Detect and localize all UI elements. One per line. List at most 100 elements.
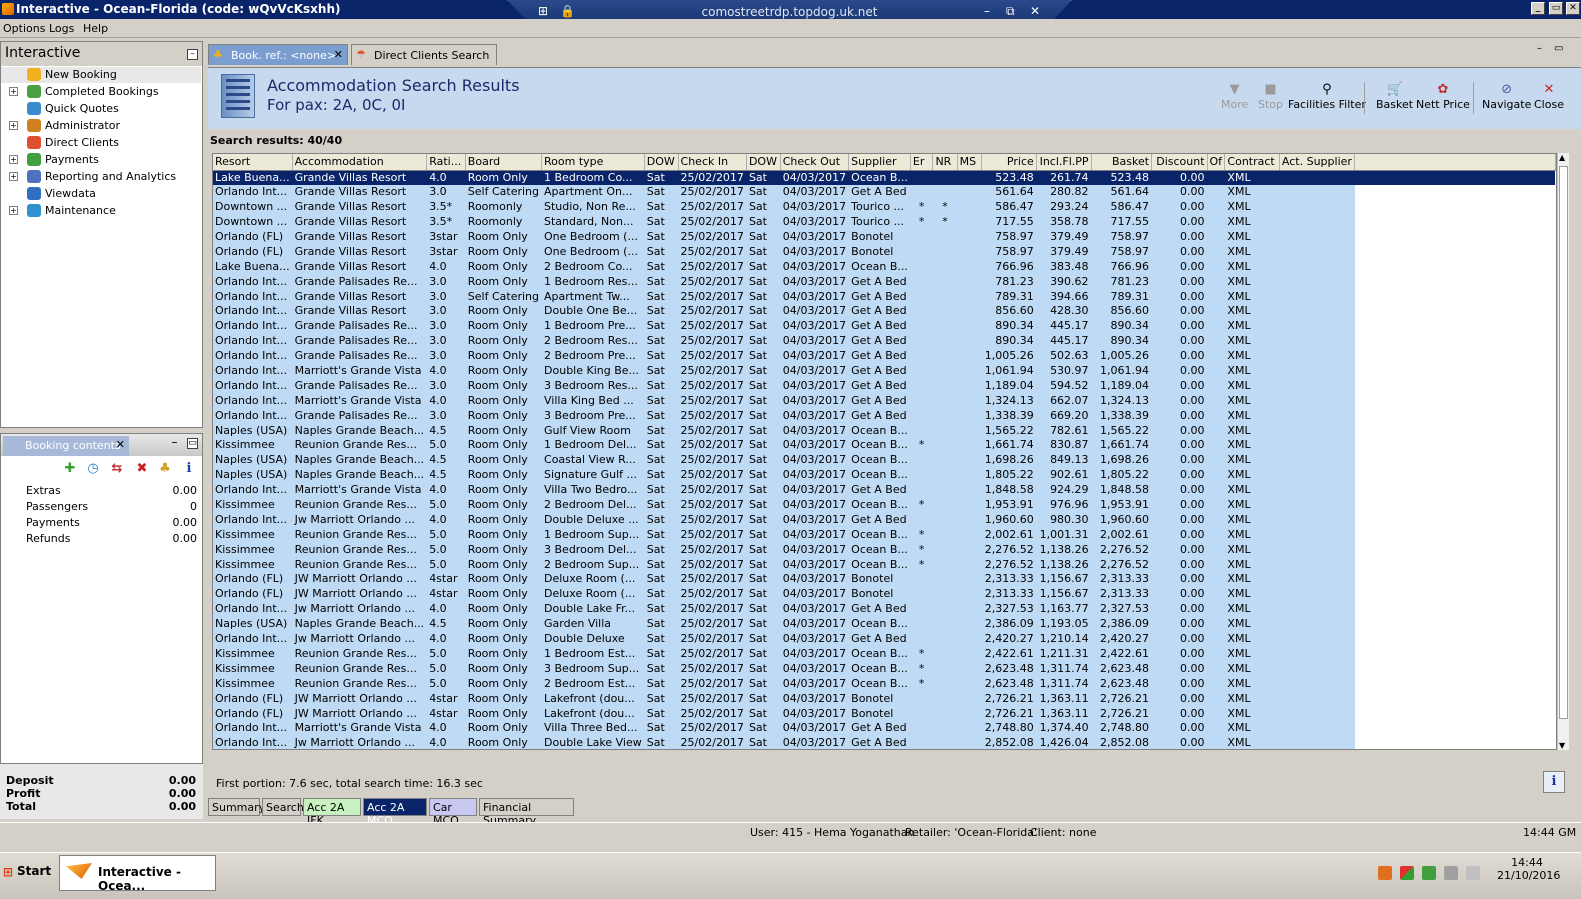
column-header[interactable]: Board xyxy=(465,154,543,171)
close-icon[interactable]: ✕ xyxy=(334,48,343,61)
column-header[interactable]: Supplier xyxy=(848,154,911,171)
table-row[interactable]: Orlando (FL) JW Marriott Orlando ... 4star… xyxy=(213,706,1556,721)
close-window-button[interactable]: ✕ xyxy=(1566,2,1580,15)
panel-minimize-icon[interactable]: – xyxy=(1537,43,1542,54)
expand-icon[interactable]: + xyxy=(9,155,18,164)
table-row[interactable]: Orlando Int... Grande Palisades Re... 3.0 R… xyxy=(213,318,1556,334)
scroll-thumb[interactable] xyxy=(1559,166,1568,719)
volume-icon[interactable] xyxy=(1466,866,1480,880)
table-row[interactable]: Orlando (FL) Grande Villas Resort 3star Roo… xyxy=(213,244,1556,260)
bottom-tab-financial-summary[interactable]: Financial Summary xyxy=(479,798,574,827)
table-row[interactable]: Naples (USA) Naples Grande Beach... 4.5 Roo… xyxy=(213,467,1556,483)
restore-button[interactable]: ▭ xyxy=(1549,2,1563,15)
clock[interactable]: 14:44 21/10/2016 xyxy=(1497,856,1560,882)
panel-maximize-icon[interactable]: ▭ xyxy=(1554,43,1563,54)
nav-item-viewdata[interactable]: Viewdata xyxy=(1,186,201,202)
table-row[interactable]: Kissimmee Reunion Grande Res... 5.0 Room On… xyxy=(213,676,1556,692)
flag-icon[interactable] xyxy=(1400,866,1414,880)
table-row[interactable]: Orlando (FL) Grande Villas Resort 3star Roo… xyxy=(213,229,1556,245)
nav-item-new-booking[interactable]: New Booking xyxy=(1,67,201,83)
vertical-scrollbar[interactable]: ▲ ▼ xyxy=(1557,153,1569,750)
table-row[interactable]: Kissimmee Reunion Grande Res... 5.0 Room On… xyxy=(213,661,1556,677)
table-row[interactable]: Naples (USA) Naples Grande Beach... 4.5 Roo… xyxy=(213,616,1556,632)
clock-icon[interactable]: ◷ xyxy=(86,462,100,476)
table-row[interactable]: Kissimmee Reunion Grande Res... 5.0 Room On… xyxy=(213,542,1556,558)
expand-icon[interactable]: + xyxy=(9,172,18,181)
expand-icon[interactable]: + xyxy=(9,206,18,215)
maximize-icon[interactable]: ▭ xyxy=(187,438,198,449)
table-row[interactable]: Orlando Int... Grande Palisades Re... 3.0 R… xyxy=(213,348,1556,364)
table-row[interactable]: Orlando Int... Grande Palisades Re... 3.0 R… xyxy=(213,378,1556,394)
stop-button[interactable]: ■ Stop xyxy=(1258,82,1283,111)
add-icon[interactable]: ✚ xyxy=(63,462,77,476)
table-row[interactable]: Downtown ... Grande Villas Resort 3.5* Room… xyxy=(213,214,1556,230)
menu-help[interactable]: Help xyxy=(83,22,108,35)
table-row[interactable]: Orlando Int... Jw Marriott Orlando ... 4.0… xyxy=(213,631,1556,647)
bottom-tab-acc-2a-jfk[interactable]: Acc 2A JFK xyxy=(303,798,361,827)
table-row[interactable]: Lake Buena... Grande Villas Resort 4.0 Room… xyxy=(213,170,1556,185)
column-header[interactable]: MS xyxy=(957,154,982,171)
results-grid[interactable]: Resort Accommodation Rati... Board Room type… xyxy=(212,153,1557,750)
info-icon[interactable]: i xyxy=(182,462,196,476)
close-button[interactable]: ✕ Close xyxy=(1534,82,1564,111)
more-button[interactable]: ▼ More xyxy=(1221,82,1248,111)
nav-item-maintenance[interactable]: + Maintenance xyxy=(1,203,201,219)
taskbar-item-interactive[interactable]: Interactive - Ocea... xyxy=(59,855,216,893)
nav-item-reporting-and-analytics[interactable]: + Reporting and Analytics xyxy=(1,169,201,185)
scroll-down-icon[interactable]: ▼ xyxy=(1559,741,1565,750)
column-header[interactable]: DOW xyxy=(644,154,679,171)
table-row[interactable]: Orlando Int... Grande Palisades Re... 3.0 R… xyxy=(213,274,1556,290)
delete-icon[interactable]: ✖ xyxy=(135,462,149,476)
table-row[interactable]: Kissimmee Reunion Grande Res... 5.0 Room On… xyxy=(213,646,1556,662)
nav-item-payments[interactable]: + Payments xyxy=(1,152,201,168)
column-header[interactable]: Check Out xyxy=(780,154,850,171)
booking-contents-tab[interactable]: Booking contents ✕ xyxy=(3,436,129,456)
basket-button[interactable]: 🛒 Basket xyxy=(1376,82,1413,111)
rdp-minimize-icon[interactable]: – xyxy=(984,4,990,18)
column-header[interactable]: Er xyxy=(910,154,934,171)
table-row[interactable]: Orlando Int... Jw Marriott Orlando ... 4.0… xyxy=(213,512,1556,528)
column-header[interactable]: Act. Supplier xyxy=(1279,154,1355,171)
collapse-nav-button[interactable]: – xyxy=(187,49,198,60)
table-row[interactable]: Naples (USA) Naples Grande Beach... 4.5 Roo… xyxy=(213,452,1556,468)
column-header[interactable]: Incl.Fl.PP xyxy=(1036,154,1092,171)
bottom-tab-car-mco[interactable]: Car MCO xyxy=(429,798,477,827)
table-row[interactable]: Orlando Int... Grande Palisades Re... 3.0 R… xyxy=(213,333,1556,349)
table-row[interactable]: Lake Buena... Grande Villas Resort 4.0 Room… xyxy=(213,259,1556,275)
bottom-tab-summary[interactable]: Summary xyxy=(208,798,265,816)
transfer-icon[interactable]: ⇆ xyxy=(110,462,124,476)
table-row[interactable]: Downtown ... Grande Villas Resort 3.5* Room… xyxy=(213,199,1556,215)
table-row[interactable]: Orlando (FL) JW Marriott Orlando ... 4star… xyxy=(213,691,1556,707)
bottom-tab-search[interactable]: Search xyxy=(262,798,304,816)
nett-price-button[interactable]: ✿ Nett Price xyxy=(1416,82,1470,111)
column-header[interactable]: Check In xyxy=(678,154,747,171)
minimize-button[interactable]: _ xyxy=(1531,2,1545,15)
palm-tree-icon[interactable]: ♣ xyxy=(158,462,172,476)
table-row[interactable]: Kissimmee Reunion Grande Res... 5.0 Room On… xyxy=(213,497,1556,513)
table-row[interactable]: Orlando Int... Marriott's Grande Vista 4.0… xyxy=(213,720,1556,736)
facilities-filter-button[interactable]: ⚲ Facilities Filter xyxy=(1288,82,1366,111)
table-row[interactable]: Orlando Int... Grande Villas Resort 3.0 Roo… xyxy=(213,304,1556,319)
table-row[interactable]: Orlando (FL) JW Marriott Orlando ... 4star… xyxy=(213,586,1556,602)
tab-booking-ref[interactable]: ♣ Book. ref.: <none> ✕ xyxy=(208,44,348,65)
column-header[interactable]: Accommodation xyxy=(292,154,428,171)
nav-item-quick-quotes[interactable]: Quick Quotes xyxy=(1,101,201,117)
table-row[interactable]: Orlando Int... Marriott's Grande Vista 4.0… xyxy=(213,363,1556,379)
table-row[interactable]: Orlando Int... Marriott's Grande Vista 4.0… xyxy=(213,482,1556,498)
column-header[interactable]: Basket xyxy=(1091,154,1153,171)
column-header[interactable]: Room type xyxy=(541,154,645,171)
column-header[interactable]: Of xyxy=(1207,154,1226,171)
table-row[interactable]: Orlando Int... Grande Palisades Re... 3.0 R… xyxy=(213,408,1556,424)
expand-icon[interactable]: + xyxy=(9,121,18,130)
menu-options[interactable]: Options xyxy=(3,22,45,35)
scroll-up-icon[interactable]: ▲ xyxy=(1559,153,1565,162)
table-row[interactable]: Orlando Int... Grande Villas Resort 3.0 Sel… xyxy=(213,184,1556,200)
column-header[interactable]: Resort xyxy=(213,154,293,171)
table-row[interactable]: Orlando Int... Jw Marriott Orlando ... 4.0… xyxy=(213,735,1556,749)
column-header[interactable]: DOW xyxy=(746,154,781,171)
minimize-icon[interactable]: – xyxy=(169,436,180,449)
bottom-tab-acc-2a-mco[interactable]: Acc 2A MCO xyxy=(363,798,427,827)
table-row[interactable]: Orlando Int... Marriott's Grande Vista 4.0… xyxy=(213,393,1556,409)
rdp-close-icon[interactable]: ✕ xyxy=(1030,4,1040,18)
navigate-button[interactable]: ⊘ Navigate xyxy=(1482,82,1531,111)
